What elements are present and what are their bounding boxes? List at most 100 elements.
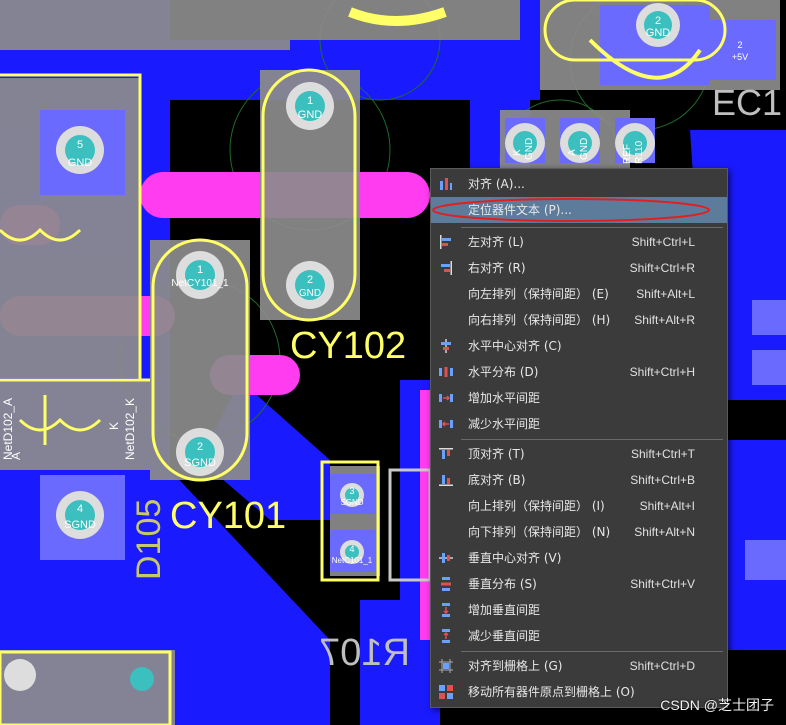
menu-item-shortcut: Shift+Ctrl+H <box>629 365 695 379</box>
menu-item-label: 对齐到栅格上 (G) <box>468 659 563 673</box>
distribute-v-icon <box>441 577 451 591</box>
menu-item-increase-horizontal-spacing[interactable]: 增加水平间距 <box>431 385 727 411</box>
menu-item-align[interactable]: 对齐 (A)... <box>431 171 727 197</box>
pad-num: K <box>512 149 523 156</box>
red-highlight-ellipse <box>432 198 710 222</box>
menu-item-shortcut: Shift+Ctrl+B <box>630 473 695 487</box>
menu-item-align-right[interactable]: 右对齐 (R) Shift+Ctrl+R <box>431 255 727 281</box>
menu-item-label: 垂直分布 (S) <box>468 577 537 591</box>
align-v-center-icon <box>439 553 453 563</box>
snap-grid-icon <box>439 659 453 673</box>
designator-ec1: EC1 <box>712 82 782 123</box>
align-top-icon <box>439 448 453 459</box>
pad-num: 2 <box>307 274 313 286</box>
designator-d105: D105 <box>130 499 168 580</box>
menu-item-label: 减少水平间距 <box>468 417 541 431</box>
menu-item-label: 顶对齐 (T) <box>468 447 525 461</box>
designator-r107: R107 <box>319 632 410 674</box>
menu-item-align-top[interactable]: 顶对齐 (T) Shift+Ctrl+T <box>431 441 727 467</box>
menu-item-arrange-left-keep-spacing[interactable]: 向左排列（保持间距） (E) Shift+Alt+L <box>431 281 727 307</box>
distribute-h-icon <box>439 367 453 377</box>
menu-item-label: 右对齐 (R) <box>468 261 526 275</box>
align-context-menu: 对齐 (A)... 定位器件文本 (P)... 左对齐 (L) Shift+Ct… <box>430 168 728 708</box>
pad-num: A <box>567 149 578 156</box>
pad-net: NetD102_A <box>1 398 15 460</box>
menu-item-arrange-right-keep-spacing[interactable]: 向右排列（保持间距） (H) Shift+Alt+R <box>431 307 727 333</box>
align-bottom-icon <box>439 475 453 486</box>
pad-num: 3 <box>349 486 354 496</box>
menu-item-label: 垂直中心对齐 (V) <box>468 551 562 565</box>
menu-item-align-horizontal-center[interactable]: 水平中心对齐 (C) <box>431 333 727 359</box>
menu-item-shortcut: Shift+Ctrl+R <box>629 261 695 275</box>
align-left-icon <box>440 235 451 249</box>
menu-item-label: 增加水平间距 <box>468 391 541 405</box>
menu-item-align-bottom[interactable]: 底对齐 (B) Shift+Ctrl+B <box>431 467 727 493</box>
align-right-icon <box>441 261 452 275</box>
move-origin-grid-icon <box>439 685 453 699</box>
pad-net: +5V <box>732 52 748 62</box>
menu-item-label: 水平中心对齐 (C) <box>468 339 562 353</box>
pad-num: 1 <box>197 264 203 276</box>
menu-item-shortcut: Shift+Alt+L <box>636 287 695 301</box>
menu-item-label: 移动所有器件原点到栅格上 (O) <box>468 685 635 699</box>
pad-num: 5 <box>77 139 83 151</box>
pad-net: GND <box>524 138 535 160</box>
pad-net: SGND <box>340 498 363 507</box>
menu-item-shortcut: Shift+Alt+R <box>634 313 695 327</box>
menu-item-decrease-horizontal-spacing[interactable]: 减少水平间距 <box>431 411 727 437</box>
menu-item-align-left[interactable]: 左对齐 (L) Shift+Ctrl+L <box>431 229 727 255</box>
pad-net: SGND <box>64 519 96 531</box>
pad-net: NetD102_K <box>123 398 137 460</box>
pad-num: 4 <box>77 503 83 515</box>
menu-item-align-vertical-center[interactable]: 垂直中心对齐 (V) <box>431 545 727 571</box>
pad-net: GND <box>298 109 323 121</box>
increase-v-spacing-icon <box>442 603 450 617</box>
pad-net: GND <box>646 27 671 39</box>
pad-net: SGND <box>184 457 216 469</box>
menu-item-align-to-grid[interactable]: 对齐到栅格上 (G) Shift+Ctrl+D <box>431 653 727 679</box>
menu-item-label: 底对齐 (B) <box>468 473 526 487</box>
menu-item-label: 向下排列（保持间距） (N) <box>468 525 611 539</box>
pad-num: 1 <box>307 95 313 107</box>
menu-item-label: 对齐 (A)... <box>468 177 525 191</box>
pad-num: REF <box>622 144 633 164</box>
align-h-center-icon <box>441 339 451 353</box>
menu-item-label: 向右排列（保持间距） (H) <box>468 313 611 327</box>
decrease-h-spacing-icon <box>439 420 453 428</box>
pad-net: GND <box>299 288 321 299</box>
menu-item-label: 左对齐 (L) <box>468 235 524 249</box>
designator-cy102: CY102 <box>290 325 406 367</box>
pad-num: 2 <box>655 15 661 27</box>
pad-num: 2 <box>737 40 742 50</box>
menu-item-distribute-vertical[interactable]: 垂直分布 (S) Shift+Ctrl+V <box>431 571 727 597</box>
pad-num: 2 <box>197 441 203 453</box>
menu-item-shortcut: Shift+Alt+I <box>639 499 695 513</box>
increase-h-spacing-icon <box>439 394 453 402</box>
align-icon <box>440 178 452 190</box>
menu-item-label: 向左排列（保持间距） (E) <box>468 287 609 301</box>
menu-item-shortcut: Shift+Ctrl+L <box>631 235 695 249</box>
menu-item-shortcut: Shift+Ctrl+V <box>630 577 695 591</box>
decrease-v-spacing-icon <box>442 629 450 643</box>
menu-item-distribute-horizontal[interactable]: 水平分布 (D) Shift+Ctrl+H <box>431 359 727 385</box>
menu-separator <box>461 227 723 228</box>
designator-cy101: CY101 <box>170 495 286 537</box>
pad-num: K <box>107 422 121 430</box>
pad-num: 4 <box>349 544 354 554</box>
pad-net: R110 <box>634 140 645 164</box>
menu-item-label: 水平分布 (D) <box>468 365 539 379</box>
pad-net: NetC101_1 <box>332 556 373 565</box>
menu-separator <box>461 439 723 440</box>
menu-item-arrange-up-keep-spacing[interactable]: 向上排列（保持间距） (I) Shift+Alt+I <box>431 493 727 519</box>
menu-item-arrange-down-keep-spacing[interactable]: 向下排列（保持间距） (N) Shift+Alt+N <box>431 519 727 545</box>
menu-item-increase-vertical-spacing[interactable]: 增加垂直间距 <box>431 597 727 623</box>
menu-item-decrease-vertical-spacing[interactable]: 减少垂直间距 <box>431 623 727 649</box>
menu-item-label: 向上排列（保持间距） (I) <box>468 499 605 513</box>
pad-net: GND <box>68 157 93 169</box>
pad-net: NetCY101_1 <box>171 278 229 289</box>
menu-separator <box>461 651 723 652</box>
menu-item-label: 增加垂直间距 <box>468 603 541 617</box>
menu-item-shortcut: Shift+Alt+N <box>634 525 695 539</box>
menu-item-shortcut: Shift+Ctrl+T <box>630 447 695 461</box>
menu-item-shortcut: Shift+Ctrl+D <box>629 659 695 673</box>
